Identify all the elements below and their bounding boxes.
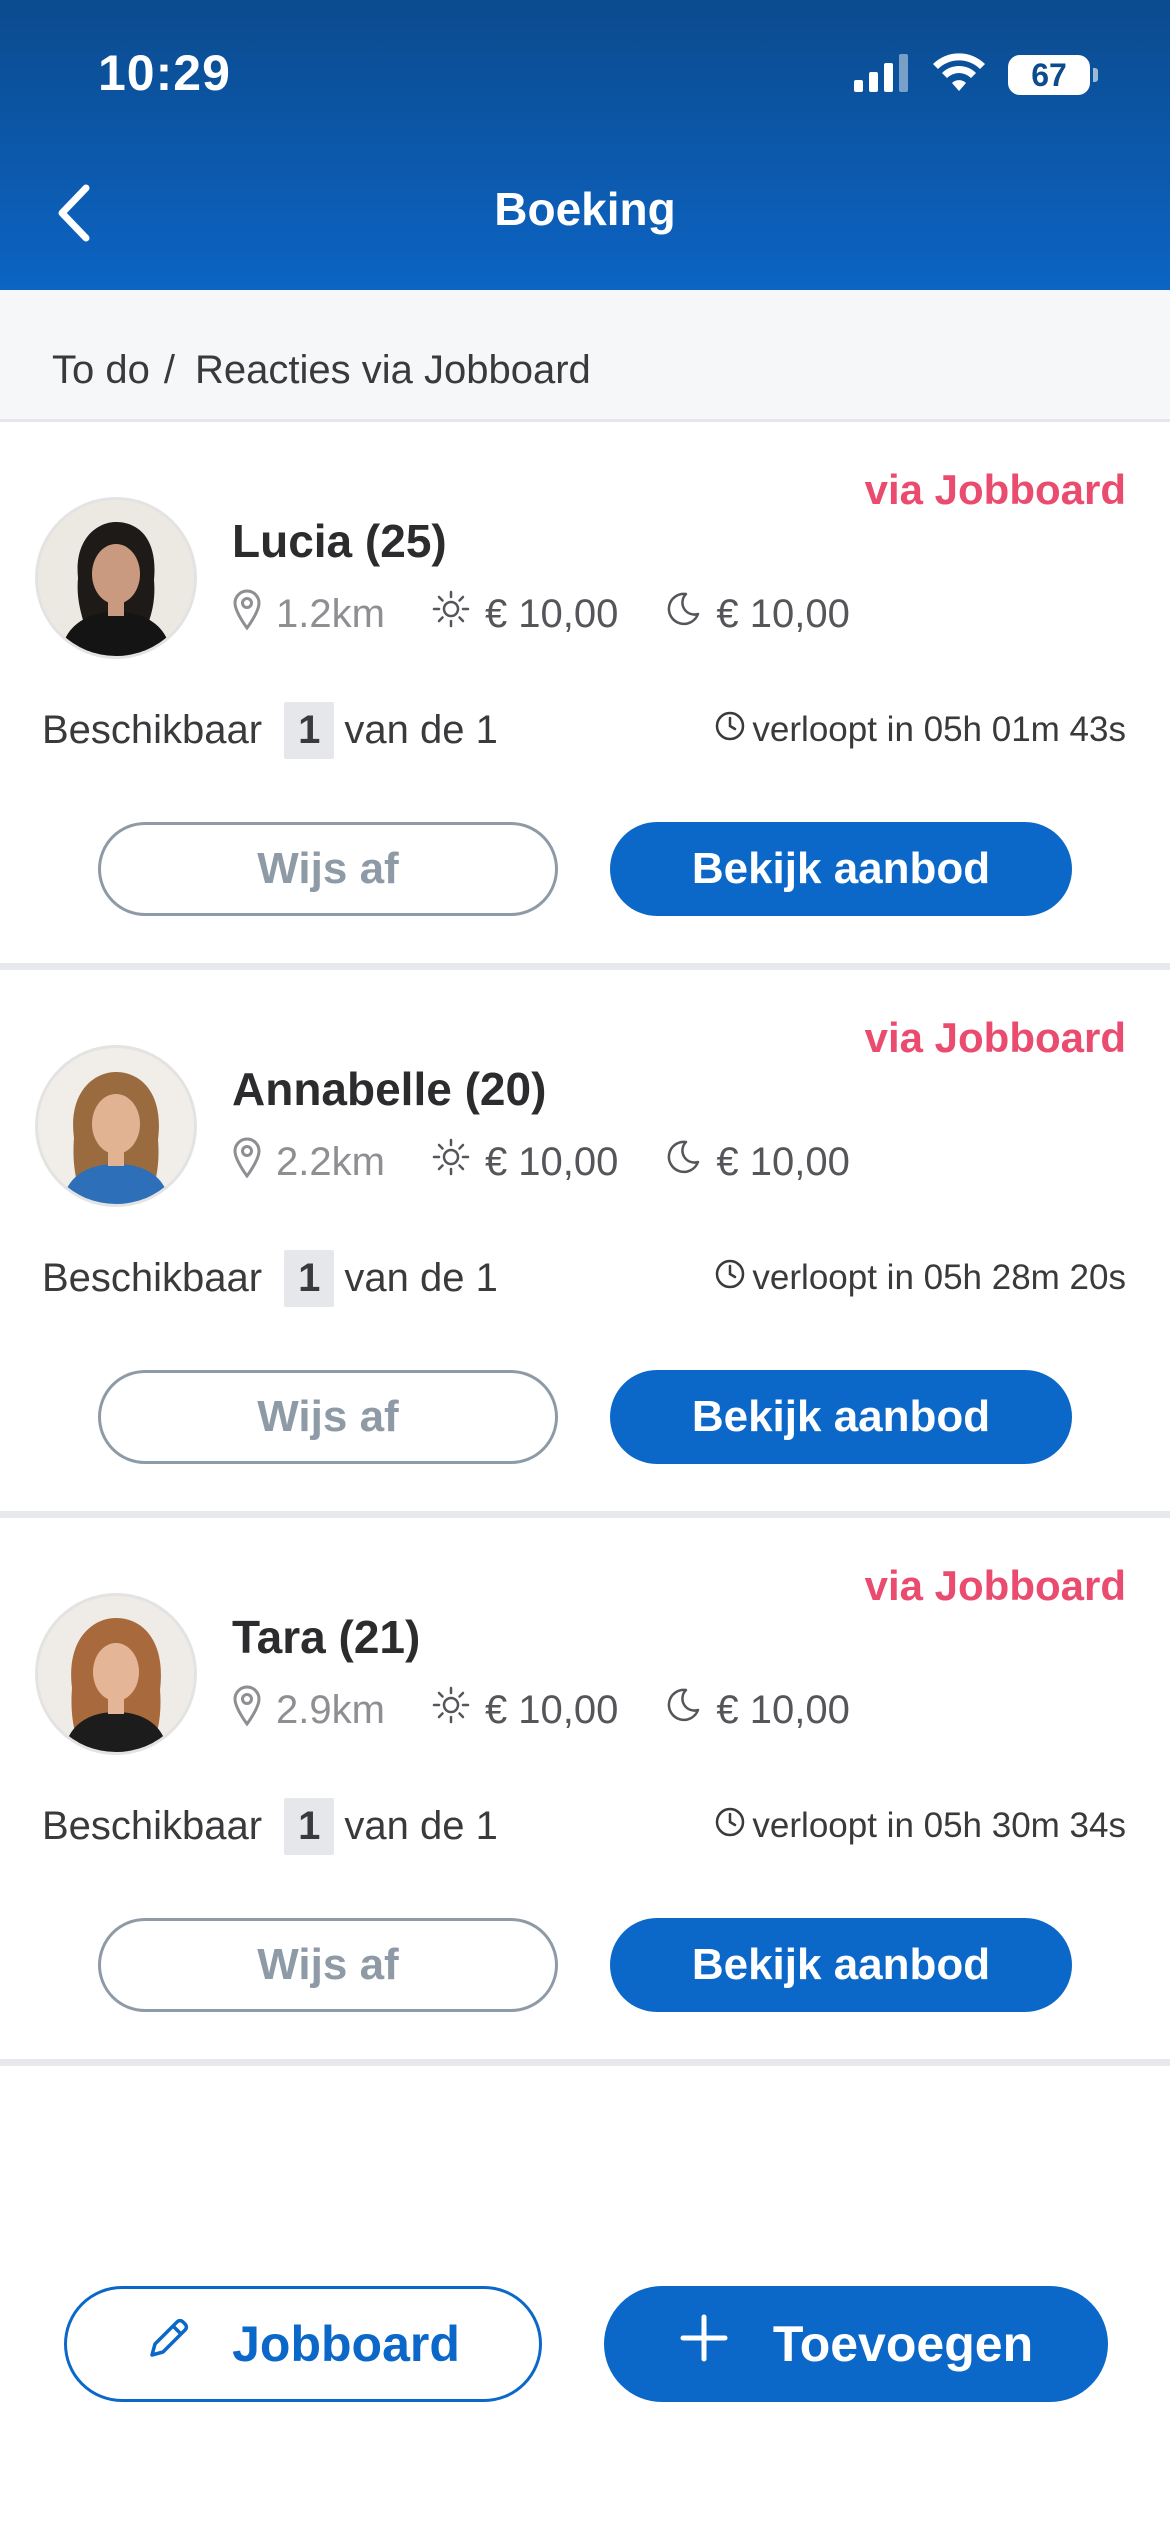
signal-icon <box>854 53 910 97</box>
moon-icon <box>664 1138 716 1186</box>
night-rate: € 10,00 <box>664 1686 850 1734</box>
breadcrumb-parent[interactable]: To do <box>52 348 150 393</box>
decline-button[interactable]: Wijs af <box>98 822 558 916</box>
moon-icon <box>664 1686 716 1734</box>
map-pin-icon <box>232 1136 276 1188</box>
night-rate: € 10,00 <box>664 590 850 638</box>
breadcrumb-separator: / <box>163 348 175 392</box>
sun-icon <box>431 1137 485 1187</box>
night-rate-value: € 10,00 <box>716 1139 850 1184</box>
availability-label: Beschikbaar <box>42 1255 263 1300</box>
source-tag: via Jobboard <box>864 466 1126 513</box>
view-offer-button[interactable]: Bekijk aanbod <box>610 822 1072 916</box>
distance-value: 2.9km <box>276 1687 385 1732</box>
expiry-text: verloopt in 05h 01m 43s <box>752 710 1126 749</box>
sun-icon <box>431 589 485 639</box>
candidate-name: Tara (21) <box>232 1611 421 1663</box>
availability-total: van de 1 <box>344 707 498 752</box>
add-button[interactable]: Toevoegen <box>604 2286 1108 2402</box>
avatar <box>38 1596 194 1752</box>
availability-count: 1 <box>284 1797 335 1855</box>
view-offer-button[interactable]: Bekijk aanbod <box>610 1918 1072 2012</box>
sun-icon <box>431 1685 485 1735</box>
day-rate: € 10,00 <box>431 1137 618 1187</box>
battery-icon: 67 <box>1008 55 1098 95</box>
candidate-meta: 2.9km € 10,00 € 10,00 <box>232 1682 896 1738</box>
availability-total: van de 1 <box>344 1255 498 1300</box>
plus-icon <box>679 2313 773 2375</box>
availability: Beschikbaar 1 van de 1 <box>42 1246 498 1310</box>
distance: 1.2km <box>232 588 385 640</box>
decline-button[interactable]: Wijs af <box>98 1370 558 1464</box>
view-offer-button[interactable]: Bekijk aanbod <box>610 1370 1072 1464</box>
candidate-name: Annabelle (20) <box>232 1063 547 1115</box>
clock-icon <box>714 1806 752 1847</box>
night-rate: € 10,00 <box>664 1138 850 1186</box>
pencil-icon <box>146 2315 232 2373</box>
distance: 2.9km <box>232 1684 385 1736</box>
availability-total: van de 1 <box>344 1803 498 1848</box>
distance-value: 2.2km <box>276 1139 385 1184</box>
candidate-card[interactable]: via Jobboard Tara (21) 2.9km € 10,00 € 1… <box>0 1518 1170 2066</box>
wifi-icon <box>932 52 986 98</box>
candidate-name: Lucia (25) <box>232 515 447 567</box>
jobboard-button[interactable]: Jobboard <box>64 2286 542 2402</box>
expiry-text: verloopt in 05h 30m 34s <box>752 1806 1126 1845</box>
clock-icon <box>714 710 752 751</box>
expiry-timer: verloopt in 05h 30m 34s <box>714 1798 1126 1854</box>
candidate-meta: 2.2km € 10,00 € 10,00 <box>232 1134 896 1190</box>
day-rate-value: € 10,00 <box>484 591 619 636</box>
availability: Beschikbaar 1 van de 1 <box>42 698 498 762</box>
distance-value: 1.2km <box>276 591 385 636</box>
night-rate-value: € 10,00 <box>716 591 850 636</box>
expiry-text: verloopt in 05h 28m 20s <box>752 1258 1126 1297</box>
night-rate-value: € 10,00 <box>716 1687 850 1732</box>
clock-icon <box>714 1258 752 1299</box>
page-title: Boeking <box>494 183 676 235</box>
expiry-timer: verloopt in 05h 01m 43s <box>714 702 1126 758</box>
status-icons: 67 <box>854 52 1098 98</box>
jobboard-button-label: Jobboard <box>232 2316 460 2372</box>
expiry-timer: verloopt in 05h 28m 20s <box>714 1250 1126 1306</box>
map-pin-icon <box>232 588 276 640</box>
avatar <box>38 1048 194 1204</box>
availability: Beschikbaar 1 van de 1 <box>42 1794 498 1858</box>
app-header: 10:29 67 Boeking <box>0 0 1170 290</box>
decline-button[interactable]: Wijs af <box>98 1918 558 2012</box>
breadcrumb-current: Reacties via Jobboard <box>194 348 591 392</box>
source-tag: via Jobboard <box>864 1562 1126 1609</box>
day-rate-value: € 10,00 <box>484 1687 619 1732</box>
availability-count: 1 <box>284 701 335 759</box>
availability-count: 1 <box>284 1249 335 1307</box>
candidate-meta: 1.2km € 10,00 € 10,00 <box>232 586 896 642</box>
map-pin-icon <box>232 1684 276 1736</box>
battery-level: 67 <box>1031 56 1067 93</box>
moon-icon <box>664 590 716 638</box>
availability-label: Beschikbaar <box>42 707 263 752</box>
add-button-label: Toevoegen <box>772 2316 1034 2372</box>
distance: 2.2km <box>232 1136 385 1188</box>
source-tag: via Jobboard <box>864 1014 1126 1061</box>
avatar <box>38 500 194 656</box>
candidate-card[interactable]: via Jobboard Annabelle (20) 2.2km € 10,0… <box>0 970 1170 1518</box>
day-rate-value: € 10,00 <box>484 1139 619 1184</box>
day-rate: € 10,00 <box>431 1685 618 1735</box>
breadcrumb: To do / Reacties via Jobboard <box>0 290 1170 422</box>
day-rate: € 10,00 <box>431 589 618 639</box>
availability-label: Beschikbaar <box>42 1803 263 1848</box>
candidate-card[interactable]: via Jobboard Lucia (25) 1.2km € 10,00 € … <box>0 422 1170 970</box>
status-time: 10:29 <box>98 45 231 101</box>
